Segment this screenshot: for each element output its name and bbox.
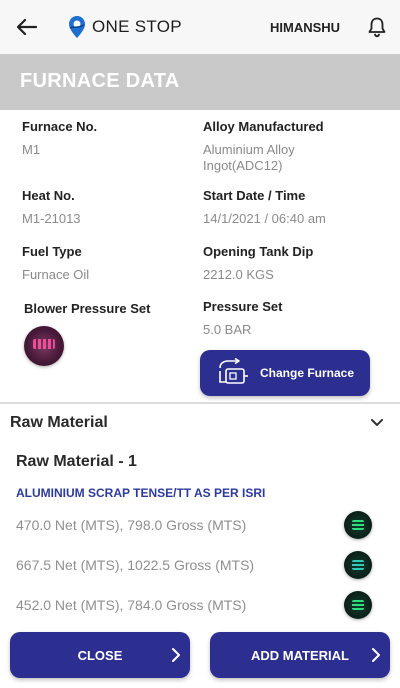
- pressure-field: Pressure Set 5.0 BAR: [203, 299, 383, 338]
- fuel-field: Fuel Type Furnace Oil: [22, 244, 192, 283]
- furnace-no-value: M1: [22, 142, 41, 157]
- pressure-value: 5.0 BAR: [203, 322, 252, 337]
- material-name: ALUMINIUM SCRAP TENSE/TT AS PER ISRI: [16, 486, 266, 500]
- tank-dip-field: Opening Tank Dip 2212.0 KGS: [203, 244, 383, 283]
- material-row: 452.0 Net (MTS), 784.0 Gross (MTS): [16, 591, 386, 619]
- blower-field: Blower Pressure Set: [24, 301, 194, 316]
- raw-material-section-title: Raw Material: [10, 414, 108, 431]
- alloy-label: Alloy Manufactured: [203, 119, 324, 134]
- material-row: 667.5 Net (MTS), 1022.5 Gross (MTS): [16, 551, 386, 579]
- weighing-photo-thumbnail[interactable]: [344, 551, 372, 579]
- blower-pressure-photo[interactable]: [24, 326, 64, 366]
- alloy-field: Alloy Manufactured Aluminium Alloy Ingot…: [203, 119, 378, 174]
- bell-icon[interactable]: [364, 14, 390, 40]
- furnace-no-field: Furnace No. M1: [22, 119, 192, 158]
- heat-no-field: Heat No. M1-21013: [22, 188, 192, 227]
- furnace-no-label: Furnace No.: [22, 119, 98, 134]
- start-field: Start Date / Time 14/1/2021 / 06:40 am: [203, 188, 383, 227]
- app-bar: ONE STOP HIMANSHU: [0, 0, 400, 54]
- pressure-label: Pressure Set: [203, 299, 283, 314]
- chevron-down-icon[interactable]: [370, 418, 384, 428]
- material-row-weights: 452.0 Net (MTS), 784.0 Gross (MTS): [16, 597, 247, 613]
- back-arrow-icon[interactable]: [14, 14, 40, 40]
- material-row: 470.0 Net (MTS), 798.0 Gross (MTS): [16, 511, 386, 539]
- tank-dip-label: Opening Tank Dip: [203, 244, 314, 259]
- start-label: Start Date / Time: [203, 188, 306, 203]
- user-name[interactable]: HIMANSHU: [270, 20, 340, 35]
- weighing-photo-thumbnail[interactable]: [344, 591, 372, 619]
- chevron-right-icon: [172, 648, 180, 662]
- display-digits: [352, 560, 364, 570]
- page-title: FURNACE DATA: [20, 70, 180, 92]
- close-button[interactable]: CLOSE: [10, 632, 190, 678]
- heat-no-label: Heat No.: [22, 188, 75, 203]
- blower-label: Blower Pressure Set: [24, 301, 151, 316]
- start-value: 14/1/2021 / 06:40 am: [203, 211, 326, 226]
- add-material-button-label: ADD MATERIAL: [251, 647, 349, 663]
- material-row-weights: 470.0 Net (MTS), 798.0 Gross (MTS): [16, 517, 247, 533]
- app-logo: ONE STOP: [68, 14, 182, 40]
- display-digits: [352, 520, 364, 530]
- material-row-weights: 667.5 Net (MTS), 1022.5 Gross (MTS): [16, 557, 255, 573]
- fuel-label: Fuel Type: [22, 244, 82, 259]
- location-pin-logo-icon: [69, 16, 85, 38]
- page-title-band: FURNACE DATA: [0, 54, 400, 110]
- chevron-right-icon: [372, 648, 380, 662]
- raw-material-item-title: Raw Material - 1: [16, 453, 137, 470]
- tank-dip-value: 2212.0 KGS: [203, 267, 274, 282]
- add-material-button[interactable]: ADD MATERIAL: [210, 632, 390, 678]
- fuel-value: Furnace Oil: [22, 267, 90, 282]
- close-button-label: CLOSE: [77, 647, 123, 663]
- change-furnace-label: Change Furnace: [260, 366, 355, 380]
- display-digits: [33, 339, 55, 349]
- display-digits: [352, 600, 364, 610]
- heat-no-value: M1-21013: [22, 211, 81, 226]
- weighing-photo-thumbnail[interactable]: [344, 511, 372, 539]
- alloy-value: Aluminium Alloy Ingot(ADC12): [203, 142, 295, 173]
- brand-name: ONE STOP: [92, 17, 182, 36]
- change-furnace-icon: [219, 358, 248, 384]
- change-furnace-button[interactable]: Change Furnace: [200, 350, 370, 396]
- raw-material-accordion-header[interactable]: Raw Material: [0, 404, 400, 442]
